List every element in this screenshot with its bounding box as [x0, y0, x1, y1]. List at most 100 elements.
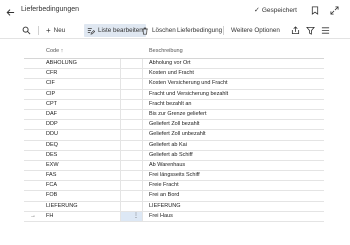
cell-divider: [120, 89, 121, 99]
cell-divider: [142, 211, 143, 221]
cell-divider: [142, 201, 143, 211]
table-row[interactable]: CFR Kosten und Fracht: [24, 69, 324, 80]
table-row[interactable]: CIP Fracht und Versicherung bezahlt: [24, 89, 324, 100]
cell-divider: [120, 79, 121, 89]
cell-description[interactable]: Kosten Versicherung und Fracht: [149, 79, 228, 88]
cell-divider: [120, 191, 121, 201]
column-header-description[interactable]: Beschreibung: [149, 44, 183, 58]
back-arrow-icon[interactable]: [3, 5, 17, 19]
cell-description[interactable]: LIEFERUNG: [149, 202, 180, 211]
cell-divider: [120, 211, 121, 221]
new-button[interactable]: + Neu: [46, 24, 65, 37]
table-row[interactable]: DES Geliefert ab Schiff: [24, 150, 324, 161]
table-row[interactable]: EXW Ab Warenhaus: [24, 160, 324, 172]
cell-code[interactable]: DAF: [46, 110, 57, 119]
cell-description[interactable]: Geliefert ab Kai: [149, 141, 187, 150]
cell-code[interactable]: LIEFERUNG: [46, 202, 77, 211]
cell-divider: [120, 150, 121, 160]
new-label: Neu: [53, 27, 66, 34]
share-button[interactable]: [291, 24, 300, 37]
cell-divider: [142, 150, 143, 160]
cell-code[interactable]: CIP: [46, 90, 55, 99]
cell-description[interactable]: Frei Haus: [149, 212, 173, 221]
column-header-code[interactable]: Code ↑: [46, 44, 63, 58]
table-body: ABHOLUNG Abholung vor Ort CFR Kosten und Fr…: [24, 58, 324, 222]
table-row[interactable]: DDU Geliefert Zoll unbezahlt: [24, 130, 324, 141]
row-actions-icon[interactable]: ⋮: [133, 212, 139, 222]
delivery-terms-button[interactable]: Lieferbedingung: [177, 24, 222, 37]
saved-status: ✓ Gespeichert: [254, 6, 297, 15]
table-row[interactable]: DEQ Geliefert ab Kai: [24, 140, 324, 151]
cell-divider: [142, 191, 143, 201]
table-row[interactable]: LIEFERUNG LIEFERUNG: [24, 201, 324, 212]
cell-code[interactable]: DEQ: [46, 141, 58, 150]
table-row[interactable]: FAS Frei längsseits Schiff: [24, 171, 324, 182]
cell-code[interactable]: DDP: [46, 120, 58, 129]
plus-icon: +: [46, 26, 51, 35]
table-row[interactable]: FCA Freie Fracht: [24, 181, 324, 192]
cell-divider: [120, 130, 121, 140]
cell-code[interactable]: EXW: [46, 161, 59, 170]
cell-description[interactable]: Freie Fracht: [149, 181, 179, 190]
cell-divider: [142, 69, 143, 79]
cell-description[interactable]: Geliefert Zoll bezahlt: [149, 120, 199, 129]
bookmark-icon[interactable]: [309, 5, 320, 16]
filter-button[interactable]: [306, 24, 315, 37]
table-row[interactable]: CIF Kosten Versicherung und Fracht: [24, 79, 324, 90]
cell-code[interactable]: CFR: [46, 69, 57, 78]
cell-divider: [120, 120, 121, 130]
cell-description[interactable]: Geliefert Zoll unbezahlt: [149, 130, 206, 139]
cell-description[interactable]: Abholung vor Ort: [149, 59, 191, 68]
more-options-label: Weitere Optionen: [231, 27, 280, 34]
cell-code[interactable]: FCA: [46, 181, 57, 190]
cell-divider: [142, 140, 143, 150]
cell-divider: [142, 181, 143, 191]
cell-divider: [120, 59, 121, 69]
cell-code[interactable]: ABHOLUNG: [46, 59, 77, 68]
cell-divider: [120, 160, 121, 171]
cell-divider: [142, 171, 143, 181]
cell-description[interactable]: Fracht bezahlt an: [149, 100, 192, 109]
cell-description[interactable]: Kosten und Fracht: [149, 69, 194, 78]
table-row[interactable]: DDP Geliefert Zoll bezahlt: [24, 120, 324, 131]
list-view-button[interactable]: [321, 24, 330, 37]
table-row[interactable]: ABHOLUNG Abholung vor Ort: [24, 59, 324, 70]
edit-list-button[interactable]: Liste bearbeiten: [84, 24, 146, 37]
cell-code[interactable]: FOB: [46, 191, 57, 200]
cell-code[interactable]: FAS: [46, 171, 56, 180]
search-button[interactable]: [22, 24, 31, 37]
delete-button[interactable]: Löschen: [141, 24, 176, 37]
edit-list-icon: [87, 27, 95, 35]
cell-code[interactable]: CIF: [46, 79, 55, 88]
cell-divider: [142, 59, 143, 69]
cell-code[interactable]: DES: [46, 151, 57, 160]
list-icon: [321, 27, 330, 34]
cell-divider: [120, 201, 121, 211]
cell-code[interactable]: DDU: [46, 130, 58, 139]
cell-divider: [142, 130, 143, 140]
cell-divider: [120, 109, 121, 120]
table-row[interactable]: → ⋮ FH Frei Haus: [24, 211, 324, 222]
cell-description[interactable]: Fracht und Versicherung bezahlt: [149, 90, 228, 99]
cell-code[interactable]: CPT: [46, 100, 57, 109]
cell-divider: [120, 69, 121, 79]
trash-icon: [142, 27, 148, 35]
cell-code[interactable]: FH: [46, 212, 53, 221]
table-row[interactable]: DAF Bis zur Grenze geliefert: [24, 109, 324, 121]
cell-description[interactable]: Geliefert ab Schiff: [149, 151, 193, 160]
divider: [223, 26, 224, 35]
cell-description[interactable]: Frei an Bord: [149, 191, 179, 200]
delete-label: Löschen: [152, 27, 176, 34]
cell-divider: [120, 171, 121, 181]
share-icon: [291, 26, 300, 35]
table-row[interactable]: FOB Frei an Bord: [24, 191, 324, 202]
table-row[interactable]: CPT Fracht bezahlt an: [24, 99, 324, 110]
cell-description[interactable]: Frei längsseits Schiff: [149, 171, 200, 180]
saved-label: Gespeichert: [261, 6, 297, 14]
cell-description[interactable]: Bis zur Grenze geliefert: [149, 110, 206, 119]
page-header: Lieferbedingungen ✓ Gespeichert: [0, 0, 350, 22]
more-options-button[interactable]: Weitere Optionen: [231, 24, 280, 37]
action-bar: + Neu Liste bearbeiten Löschen Lieferbed…: [0, 22, 350, 39]
expand-icon[interactable]: [329, 5, 340, 16]
cell-description[interactable]: Ab Warenhaus: [149, 161, 185, 170]
